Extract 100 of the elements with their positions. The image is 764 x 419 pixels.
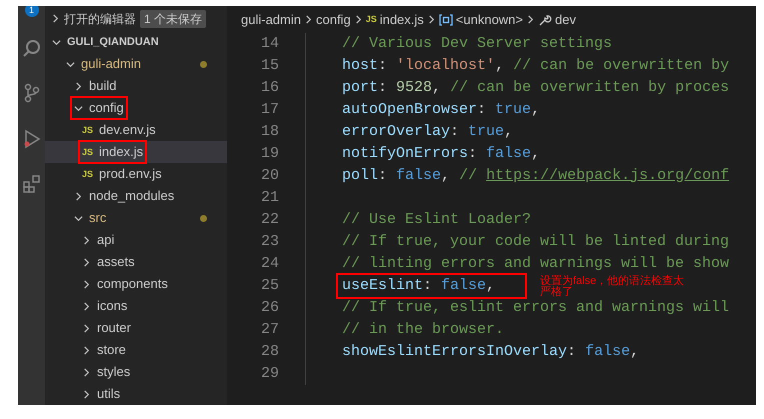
code-line: showEslintErrorsInOverlay: false, xyxy=(341,342,640,362)
line-number: 29 xyxy=(260,364,279,384)
line-number: 26 xyxy=(260,298,279,318)
line-number: 20 xyxy=(260,166,279,186)
line-number: 17 xyxy=(260,100,279,120)
extensions-icon[interactable] xyxy=(22,175,40,193)
js-file-icon: JS xyxy=(82,170,94,178)
item-label: index.js xyxy=(99,143,144,162)
chevron-right-icon[interactable] xyxy=(82,280,91,288)
chevron-down-icon[interactable] xyxy=(52,38,61,46)
tree-item[interactable]: build xyxy=(45,75,227,97)
chevron-down-icon[interactable] xyxy=(66,60,75,68)
code-line: port: 9528, // can be overwritten by proces xyxy=(341,78,730,98)
chevron-right-icon[interactable] xyxy=(82,258,91,266)
tree-item[interactable]: components xyxy=(45,273,227,295)
item-label: router xyxy=(97,319,131,338)
chevron-right-icon[interactable] xyxy=(82,346,91,354)
code-line: notifyOnErrors: false, xyxy=(341,144,542,164)
tree-item[interactable]: router xyxy=(45,317,227,339)
item-label: api xyxy=(97,231,114,250)
tree-item[interactable]: icons xyxy=(45,295,227,317)
chevron-right-icon[interactable] xyxy=(82,324,91,332)
tree-item[interactable]: GULI_QIANDUAN xyxy=(45,31,227,53)
item-label: node_modules xyxy=(89,187,174,206)
line-number: 16 xyxy=(260,78,279,98)
tree-item[interactable]: config xyxy=(45,97,227,119)
tree-item[interactable]: JS prod.env.js xyxy=(45,163,227,185)
code-line: useEslint: false, xyxy=(338,275,526,297)
tree-item[interactable]: node_modules xyxy=(45,185,227,207)
item-label: guli-admin xyxy=(81,55,141,74)
breadcrumb-item[interactable]: dev xyxy=(555,10,576,30)
item-label: components xyxy=(97,275,168,294)
item-label: utils xyxy=(97,385,120,404)
code-line: errorOverlay: true, xyxy=(341,122,514,142)
line-number: 22 xyxy=(260,210,279,230)
code-line: // in the browser. xyxy=(341,320,506,340)
tree-item[interactable]: src xyxy=(45,207,227,229)
item-label: dev.env.js xyxy=(99,121,156,140)
separator-icon xyxy=(354,15,363,24)
run-debug-icon[interactable] xyxy=(22,129,40,149)
annotation-text: 设置为false，他的语法检查太严格了 xyxy=(540,276,686,298)
code-line: host: 'localhost', // can be overwritten by xyxy=(341,56,730,76)
separator-icon xyxy=(304,15,313,24)
js-file-icon: JS xyxy=(82,126,94,134)
chevron-right-icon[interactable] xyxy=(51,14,60,23)
breadcrumb-item[interactable]: guli-admin xyxy=(241,10,301,30)
tree-item[interactable]: api xyxy=(45,229,227,251)
notification-badge: 1 xyxy=(24,6,38,17)
chevron-down-icon[interactable] xyxy=(74,104,83,112)
item-label: build xyxy=(89,77,116,96)
item-label: prod.env.js xyxy=(99,165,162,184)
chevron-right-icon[interactable] xyxy=(82,236,91,244)
line-number: 14 xyxy=(260,34,279,54)
line-number: 23 xyxy=(260,232,279,252)
tree-item[interactable]: JS index.js xyxy=(45,141,227,163)
item-label: config xyxy=(89,99,124,118)
source-control-icon[interactable] xyxy=(22,83,40,103)
breadcrumb-item[interactable]: <unknown> xyxy=(456,10,524,30)
item-label: assets xyxy=(97,253,135,272)
separator-icon xyxy=(426,15,436,24)
symbol-icon xyxy=(438,14,453,26)
line-number: 25 xyxy=(260,276,279,296)
item-label: src xyxy=(89,209,106,228)
line-number: 27 xyxy=(260,320,279,340)
code-line: // If true, eslint errors and warnings will xyxy=(341,298,730,318)
line-number: 21 xyxy=(260,188,279,208)
code-line: autoOpenBrowser: true, xyxy=(341,100,542,120)
code-line: // If true, your code will be linted during xyxy=(341,232,730,252)
chevron-down-icon[interactable] xyxy=(74,214,83,222)
tree-item[interactable]: styles xyxy=(45,361,227,383)
tree-item[interactable]: JS dev.env.js xyxy=(45,119,227,141)
chevron-right-icon[interactable] xyxy=(74,82,83,90)
section-header[interactable]: 打开的编辑器 xyxy=(64,10,136,28)
item-label: styles xyxy=(97,363,130,382)
unsaved-badge: 1 个未保存 xyxy=(140,10,206,28)
line-number: 24 xyxy=(260,254,279,274)
code-line: poll: false, // https://webpack.js.org/conf xyxy=(341,166,730,186)
js-file-icon: JS xyxy=(366,15,377,24)
separator-icon xyxy=(526,15,536,24)
tree-item[interactable]: guli-admin xyxy=(45,53,227,75)
wrench-icon xyxy=(538,12,552,26)
search-icon[interactable] xyxy=(22,39,40,57)
item-label: store xyxy=(97,341,126,360)
chevron-right-icon[interactable] xyxy=(74,192,83,200)
code-line: // Use Eslint Loader? xyxy=(341,210,532,230)
breadcrumb-item[interactable]: index.js xyxy=(380,10,424,30)
item-label: icons xyxy=(97,297,128,316)
js-file-icon: JS xyxy=(82,148,94,156)
tree-item[interactable]: utils xyxy=(45,383,227,405)
line-number: 28 xyxy=(260,342,279,362)
breadcrumb-item[interactable]: config xyxy=(316,10,351,30)
chevron-right-icon[interactable] xyxy=(82,390,91,398)
line-number: 15 xyxy=(260,56,279,76)
chevron-right-icon[interactable] xyxy=(82,368,91,376)
code-line: // Various Dev Server settings xyxy=(341,34,614,54)
chevron-right-icon[interactable] xyxy=(82,302,91,310)
tree-item[interactable]: store xyxy=(45,339,227,361)
tree-item[interactable]: assets xyxy=(45,251,227,273)
line-number: 18 xyxy=(260,122,279,142)
line-number: 19 xyxy=(260,144,279,164)
